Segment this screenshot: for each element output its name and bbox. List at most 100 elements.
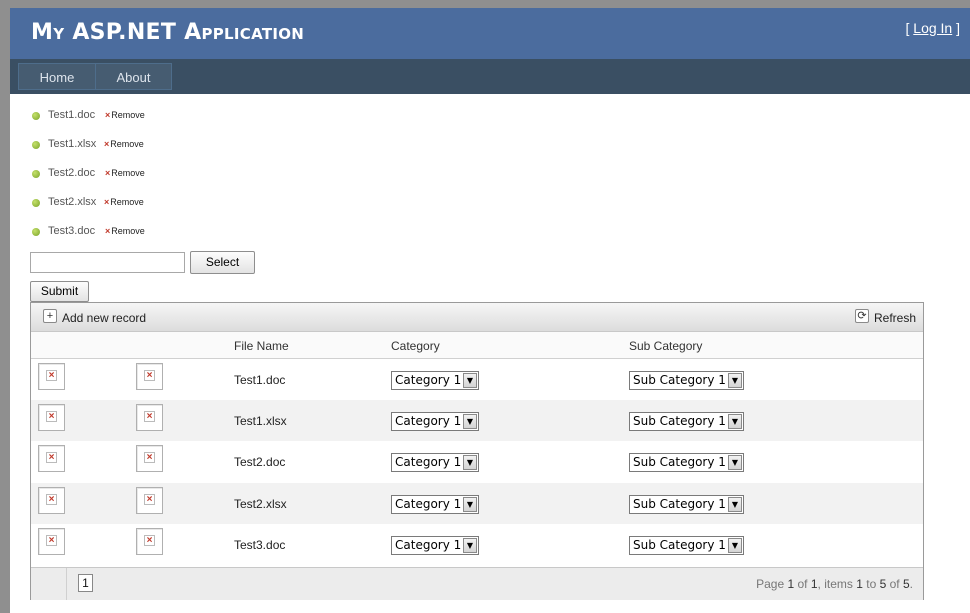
table-row: × × Test1.doc Category 1 ▼ Sub Category 1…	[31, 359, 923, 400]
table-row: × × Test2.xlsx Category 1 ▼ Sub Category …	[31, 483, 923, 524]
table-row: × × Test3.doc Category 1 ▼ Sub Category 1…	[31, 524, 923, 565]
column-header-sub-category[interactable]: Sub Category	[629, 339, 702, 353]
dropdown-arrow-icon: ▼	[463, 414, 477, 429]
remove-file-button[interactable]: ×Remove	[105, 168, 145, 178]
sub-category-select[interactable]: Sub Category 1 ▼	[629, 412, 744, 431]
success-dot-icon	[32, 199, 40, 207]
menu-item-about[interactable]: About	[95, 63, 172, 90]
uploaded-file-item: Test3.doc ×Remove	[30, 224, 230, 242]
remove-file-button[interactable]: ×Remove	[104, 139, 144, 149]
file-name-cell: Test1.doc	[234, 373, 286, 387]
edit-image-button[interactable]: ×	[136, 404, 163, 431]
login-bracket-close: ]	[952, 20, 960, 36]
page-1-button[interactable]: 1	[78, 574, 93, 592]
remove-label: Remove	[111, 168, 145, 178]
table-row: × × Test2.doc Category 1 ▼ Sub Category 1…	[31, 441, 923, 482]
success-dot-icon	[32, 112, 40, 120]
delete-image-button[interactable]: ×	[38, 404, 65, 431]
login-link[interactable]: Log In	[913, 20, 952, 36]
grid-header: File Name Category Sub Category	[31, 332, 923, 359]
plus-icon[interactable]: +	[43, 309, 57, 323]
dropdown-arrow-icon: ▼	[728, 538, 742, 553]
page: My ASP.NET Application [ Log In ] Home A…	[10, 8, 970, 613]
dropdown-arrow-icon: ▼	[463, 538, 477, 553]
uploaded-file-name: Test2.xlsx	[48, 196, 97, 208]
category-select[interactable]: Category 1 ▼	[391, 453, 479, 472]
category-select[interactable]: Category 1 ▼	[391, 412, 479, 431]
success-dot-icon	[32, 228, 40, 236]
login-area: [ Log In ]	[906, 20, 961, 36]
broken-image-icon: ×	[144, 411, 155, 422]
select-file-button[interactable]: Select	[190, 251, 255, 274]
broken-image-icon: ×	[144, 370, 155, 381]
uploaded-file-item: Test2.doc ×Remove	[30, 166, 230, 184]
uploaded-file-item: Test1.xlsx ×Remove	[30, 137, 230, 155]
pager-info: Page 1 of 1, items 1 to 5 of 5.	[756, 577, 913, 591]
edit-image-button[interactable]: ×	[136, 487, 163, 514]
sub-category-select[interactable]: Sub Category 1 ▼	[629, 536, 744, 555]
edit-image-button[interactable]: ×	[136, 528, 163, 555]
remove-label: Remove	[111, 110, 145, 120]
remove-file-button[interactable]: ×Remove	[105, 110, 145, 120]
category-select[interactable]: Category 1 ▼	[391, 371, 479, 390]
delete-image-button[interactable]: ×	[38, 528, 65, 555]
uploaded-file-name: Test2.doc	[48, 167, 96, 179]
main-menu: Home About	[10, 59, 970, 94]
broken-image-icon: ×	[144, 535, 155, 546]
remove-x-icon: ×	[105, 168, 111, 178]
edit-image-button[interactable]: ×	[136, 363, 163, 390]
app-title: My ASP.NET Application	[31, 20, 305, 45]
uploaded-file-item: Test2.xlsx ×Remove	[30, 195, 230, 213]
uploaded-file-name: Test1.doc	[48, 109, 96, 121]
menu-item-home[interactable]: Home	[18, 63, 96, 90]
grid-pager: 1 Page 1 of 1, items 1 to 5 of 5.	[31, 567, 923, 600]
site-header: My ASP.NET Application [ Log In ]	[10, 8, 970, 59]
broken-image-icon: ×	[144, 494, 155, 505]
broken-image-icon: ×	[46, 494, 57, 505]
files-grid: + Add new record ⟳ Refresh File Name Cat…	[30, 302, 924, 600]
file-name-cell: Test2.doc	[234, 455, 286, 469]
uploaded-file-item: Test1.doc ×Remove	[30, 108, 230, 126]
uploaded-file-name: Test1.xlsx	[48, 138, 97, 150]
sub-category-select[interactable]: Sub Category 1 ▼	[629, 495, 744, 514]
dropdown-arrow-icon: ▼	[463, 373, 477, 388]
remove-x-icon: ×	[104, 139, 110, 149]
delete-image-button[interactable]: ×	[38, 487, 65, 514]
dropdown-arrow-icon: ▼	[463, 497, 477, 512]
sub-category-select[interactable]: Sub Category 1 ▼	[629, 453, 744, 472]
file-name-cell: Test1.xlsx	[234, 414, 287, 428]
broken-image-icon: ×	[46, 370, 57, 381]
file-name-cell: Test3.doc	[234, 538, 286, 552]
uploaded-file-name: Test3.doc	[48, 225, 96, 237]
remove-label: Remove	[110, 139, 144, 149]
broken-image-icon: ×	[46, 452, 57, 463]
remove-x-icon: ×	[105, 226, 111, 236]
remove-file-button[interactable]: ×Remove	[104, 197, 144, 207]
delete-image-button[interactable]: ×	[38, 363, 65, 390]
dropdown-arrow-icon: ▼	[728, 414, 742, 429]
grid-toolbar: + Add new record ⟳ Refresh	[31, 303, 923, 332]
broken-image-icon: ×	[46, 411, 57, 422]
edit-image-button[interactable]: ×	[136, 445, 163, 472]
table-row: × × Test1.xlsx Category 1 ▼ Sub Category …	[31, 400, 923, 441]
sub-category-select[interactable]: Sub Category 1 ▼	[629, 371, 744, 390]
add-new-record-button[interactable]: Add new record	[62, 311, 146, 325]
file-path-input[interactable]	[30, 252, 185, 273]
success-dot-icon	[32, 170, 40, 178]
dropdown-arrow-icon: ▼	[728, 497, 742, 512]
submit-button[interactable]: Submit	[30, 281, 89, 302]
category-select[interactable]: Category 1 ▼	[391, 495, 479, 514]
remove-label: Remove	[110, 197, 144, 207]
category-select[interactable]: Category 1 ▼	[391, 536, 479, 555]
refresh-icon[interactable]: ⟳	[855, 309, 869, 323]
remove-file-button[interactable]: ×Remove	[105, 226, 145, 236]
column-header-category[interactable]: Category	[391, 339, 440, 353]
remove-label: Remove	[111, 226, 145, 236]
success-dot-icon	[32, 141, 40, 149]
column-header-file-name[interactable]: File Name	[234, 339, 289, 353]
broken-image-icon: ×	[46, 535, 57, 546]
delete-image-button[interactable]: ×	[38, 445, 65, 472]
dropdown-arrow-icon: ▼	[463, 455, 477, 470]
dropdown-arrow-icon: ▼	[728, 373, 742, 388]
refresh-button[interactable]: Refresh	[874, 311, 916, 325]
